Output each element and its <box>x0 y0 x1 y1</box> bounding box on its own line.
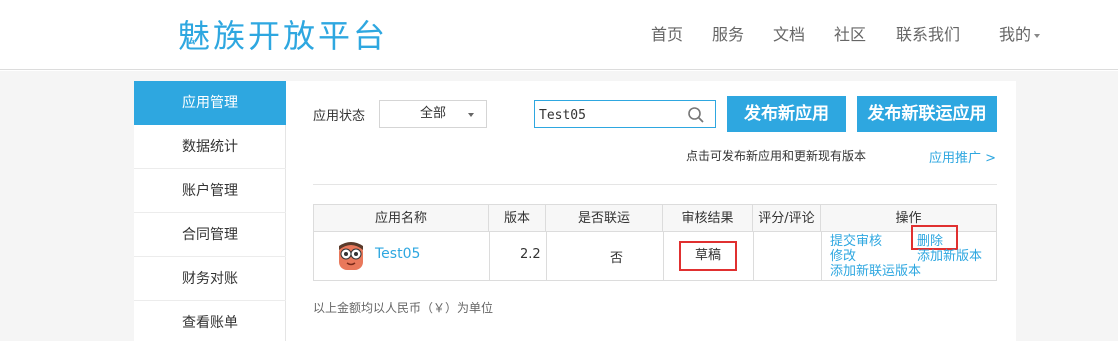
nav-me-label: 我的 <box>999 25 1032 44</box>
add-joint-version-link[interactable]: 添加新联运版本 <box>830 264 921 279</box>
publish-joint-app-button[interactable]: 发布新联运应用 <box>857 96 997 132</box>
nav-home[interactable]: 首页 <box>651 24 683 46</box>
delete-link[interactable]: 删除 <box>917 234 943 249</box>
col-actions: 操作 <box>895 211 922 226</box>
submit-review-link[interactable]: 提交审核 <box>830 234 882 249</box>
sidebar-item-app-management[interactable]: 应用管理 <box>134 81 286 125</box>
column-separator <box>821 232 822 280</box>
table-header: 应用名称 版本 是否联运 审核结果 评分/评论 操作 <box>314 205 996 232</box>
status-label: 应用状态 <box>313 109 366 124</box>
sidebar: 应用管理 数据统计 账户管理 合同管理 财务对账 查看账单 <box>134 81 286 341</box>
nav-me-menu[interactable]: 我的 <box>999 24 1041 46</box>
divider <box>313 184 997 185</box>
chevron-down-icon <box>1034 33 1041 38</box>
nav-contact[interactable]: 联系我们 <box>896 24 960 46</box>
version-value: 2.2 <box>520 247 541 262</box>
edit-link[interactable]: 修改 <box>830 249 856 264</box>
top-header: 魅族开放平台 首页 服务 文档 社区 联系我们 我的 <box>0 0 1118 70</box>
column-separator <box>753 232 754 280</box>
search-icon[interactable] <box>687 106 705 124</box>
nav-docs[interactable]: 文档 <box>773 24 805 46</box>
col-joint: 是否联运 <box>546 205 663 232</box>
publish-hint: 点击可发布新应用和更新现有版本 <box>686 149 867 163</box>
currency-note: 以上金额均以人民币（￥）为单位 <box>313 301 494 315</box>
column-separator <box>489 232 490 280</box>
app-icon <box>339 242 363 270</box>
status-select-value: 全部 <box>420 106 447 121</box>
chevron-down-icon <box>468 113 474 117</box>
app-promotion-link[interactable]: 应用推广 > <box>929 147 996 166</box>
sidebar-item-reconciliation[interactable]: 财务对账 <box>134 257 286 301</box>
app-name-link[interactable]: Test05 <box>375 246 420 262</box>
col-rating: 评分/评论 <box>753 205 821 232</box>
search-box <box>534 100 716 128</box>
sidebar-item-statistics[interactable]: 数据统计 <box>134 125 286 169</box>
sidebar-item-contracts[interactable]: 合同管理 <box>134 213 286 257</box>
nav-community[interactable]: 社区 <box>834 24 866 46</box>
col-app-name: 应用名称 <box>314 205 489 232</box>
column-separator <box>546 232 547 280</box>
sidebar-item-account[interactable]: 账户管理 <box>134 169 286 213</box>
search-input[interactable] <box>539 105 679 125</box>
col-version: 版本 <box>489 205 546 232</box>
sidebar-item-bills[interactable]: 查看账单 <box>134 301 286 341</box>
status-select[interactable]: 全部 <box>379 100 487 128</box>
site-logo[interactable]: 魅族开放平台 <box>178 17 388 55</box>
add-version-link[interactable]: 添加新版本 <box>917 249 982 264</box>
publish-app-button[interactable]: 发布新应用 <box>727 96 846 132</box>
nav-services[interactable]: 服务 <box>712 24 744 46</box>
joint-value: 否 <box>610 251 624 266</box>
col-review: 审核结果 <box>663 205 753 232</box>
review-status-badge: 草稿 <box>679 241 737 271</box>
column-separator <box>663 232 664 280</box>
app-table: 应用名称 版本 是否联运 审核结果 评分/评论 操作 Test05 2.2 否 … <box>313 204 997 281</box>
